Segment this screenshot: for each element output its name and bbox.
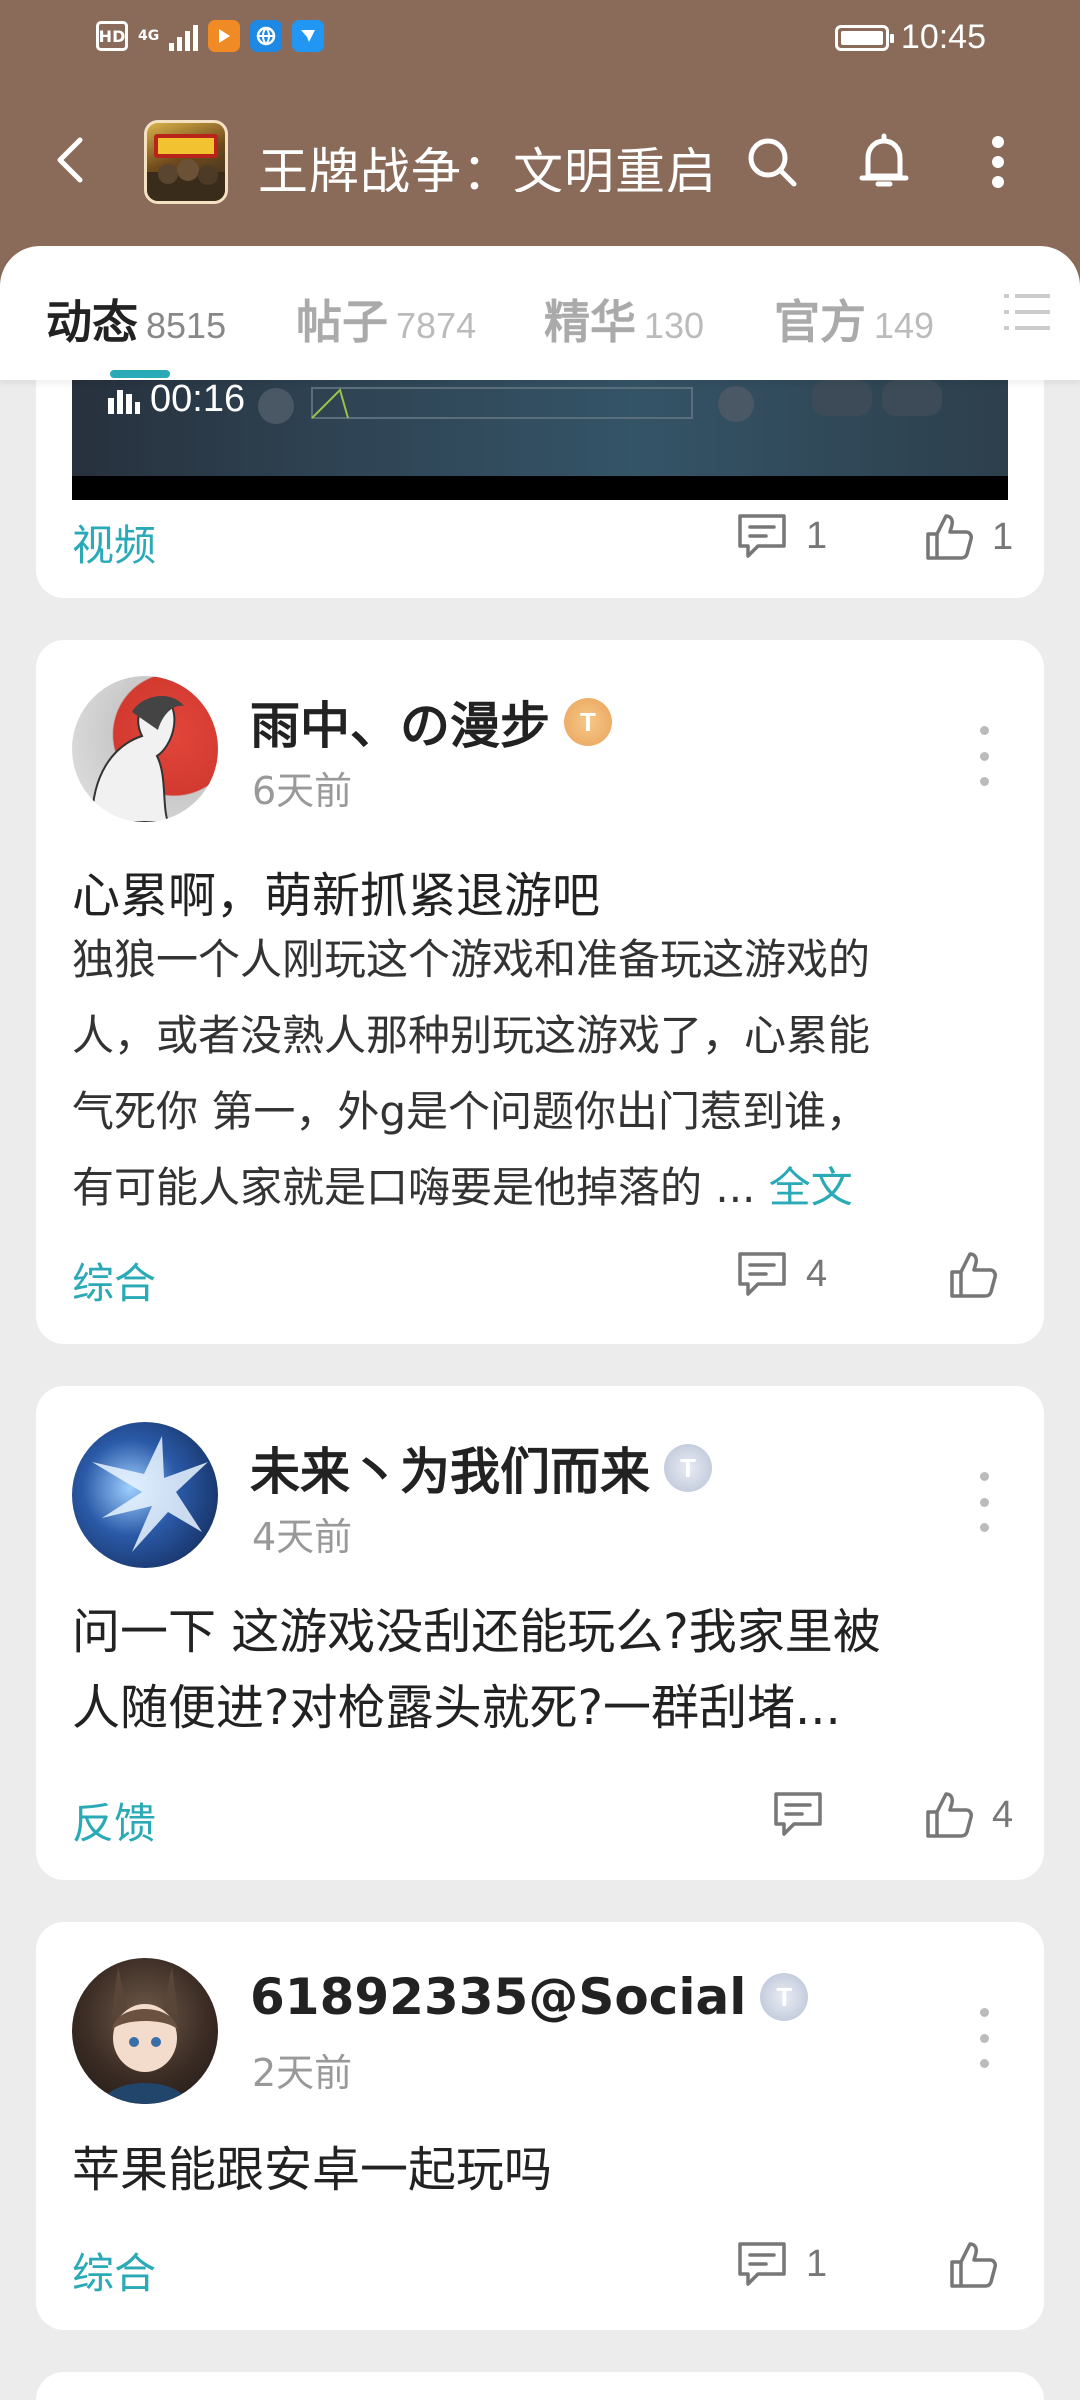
tab-indicator <box>110 370 170 378</box>
video-duration: 00:16 <box>150 378 246 420</box>
video-app-icon <box>208 20 241 52</box>
post-card[interactable]: 61892335@Social T 2天前 苹果能跟安卓一起玩吗 综合 1 <box>36 1922 1044 2330</box>
back-button[interactable] <box>40 130 100 190</box>
hd-icon: HD <box>96 21 128 51</box>
comment-icon <box>738 1252 786 1296</box>
avatar[interactable] <box>72 1422 218 1568</box>
tab-list-button[interactable] <box>1004 292 1050 332</box>
battery-icon <box>834 24 894 51</box>
search-icon <box>748 138 797 187</box>
like-count: 1 <box>992 515 1014 558</box>
post-body[interactable]: 独狼一个人刚玩这个游戏和准备玩这游戏的 人，或者没熟人那种别玩这游戏了，心累能 … <box>72 922 1012 1226</box>
post-card[interactable]: 未来丶为我们而来 T 4天前 问一下 这游戏没刮还能玩么?我家里被 人随便进?对… <box>36 1386 1044 1880</box>
back-arrow-icon <box>57 137 83 183</box>
comment-count: 4 <box>806 1252 828 1295</box>
comment-button[interactable]: 4 <box>736 1250 827 1298</box>
post-more-button[interactable] <box>974 2008 994 2068</box>
post-title[interactable]: 心累啊，萌新抓紧退游吧 <box>72 856 600 926</box>
comment-count: 1 <box>806 2242 828 2285</box>
username[interactable]: 雨中、の漫步 T <box>250 686 612 758</box>
like-button[interactable]: 4 <box>924 1790 1013 1840</box>
like-button[interactable]: 1 <box>924 512 1013 562</box>
post-category-tag[interactable]: 视频 <box>72 512 156 573</box>
post-body[interactable]: 苹果能跟安卓一起玩吗 <box>72 2132 1012 2208</box>
avatar[interactable] <box>72 676 218 822</box>
thumbs-up-icon <box>950 2242 997 2288</box>
full-text-link[interactable]: 全文 <box>769 1163 853 1212</box>
list-icon <box>1004 294 1050 330</box>
more-menu-button[interactable] <box>966 130 1030 194</box>
level-badge: T <box>760 1973 809 2021</box>
tab-jinghua[interactable]: 精华 130 <box>544 286 704 352</box>
like-count: 4 <box>992 1793 1014 1836</box>
comment-icon <box>738 2242 786 2286</box>
thumbs-up-icon <box>926 514 973 560</box>
comment-button[interactable] <box>772 1790 824 1838</box>
post-card[interactable]: 雨中、の漫步 T 6天前 心累啊，萌新抓紧退游吧 独狼一个人刚玩这个游戏和准备玩… <box>36 640 1044 1344</box>
game-logo[interactable] <box>144 120 228 204</box>
thumbs-up-icon <box>926 1792 973 1838</box>
tab-bar: 动态 8515 帖子 7874 精华 130 官方 149 <box>0 246 1080 380</box>
video-bars-icon <box>108 389 140 414</box>
comment-button[interactable]: 1 <box>736 2240 827 2288</box>
comment-icon <box>774 1792 822 1836</box>
post-time: 6天前 <box>252 769 353 813</box>
post-more-button[interactable] <box>974 1472 994 1532</box>
more-vertical-icon <box>992 136 1004 188</box>
avatar[interactable] <box>72 1958 218 2104</box>
post-category-tag[interactable]: 综合 <box>72 1250 156 1311</box>
video-thumbnail[interactable]: 00:16 <box>72 378 1008 500</box>
like-button[interactable] <box>948 1250 998 1300</box>
page-title: 王牌战争：文明重启 <box>258 143 717 192</box>
username[interactable]: 61892335@Social T <box>250 1968 809 2026</box>
like-button[interactable] <box>948 2240 998 2290</box>
notification-button[interactable] <box>852 130 916 194</box>
signal-icon <box>169 21 199 51</box>
comment-icon <box>738 514 786 558</box>
browser-app-icon <box>250 20 283 52</box>
network-type: 4G <box>138 28 160 44</box>
post-category-tag[interactable]: 综合 <box>72 2240 156 2301</box>
post-category-tag[interactable]: 反馈 <box>72 1790 156 1851</box>
post-more-button[interactable] <box>974 726 994 786</box>
level-badge: T <box>564 698 612 746</box>
comment-button[interactable]: 1 <box>736 512 827 560</box>
username[interactable]: 未来丶为我们而来 T <box>250 1432 712 1504</box>
status-bar: HD 4G 10:45 <box>0 0 1080 80</box>
post-body[interactable]: 问一下 这游戏没刮还能玩么?我家里被 人随便进?对枪露头就死?一群刮堵... <box>72 1594 1012 1746</box>
comment-count: 1 <box>806 514 828 557</box>
tab-tiezi[interactable]: 帖子 7874 <box>296 286 476 352</box>
post-card[interactable] <box>36 2372 1044 2400</box>
tab-dongtai[interactable]: 动态 8515 <box>46 286 226 352</box>
message-app-icon <box>292 20 325 52</box>
top-bar: 王牌战争：文明重启 <box>0 110 1080 210</box>
bell-icon <box>859 133 909 187</box>
tab-guanfang[interactable]: 官方 149 <box>774 286 934 352</box>
post-time: 2天前 <box>252 2051 353 2095</box>
thumbs-up-icon <box>950 1252 997 1298</box>
search-button[interactable] <box>740 130 804 194</box>
clock: 10:45 <box>900 18 986 56</box>
level-badge: T <box>664 1444 712 1492</box>
post-time: 4天前 <box>252 1515 353 1559</box>
